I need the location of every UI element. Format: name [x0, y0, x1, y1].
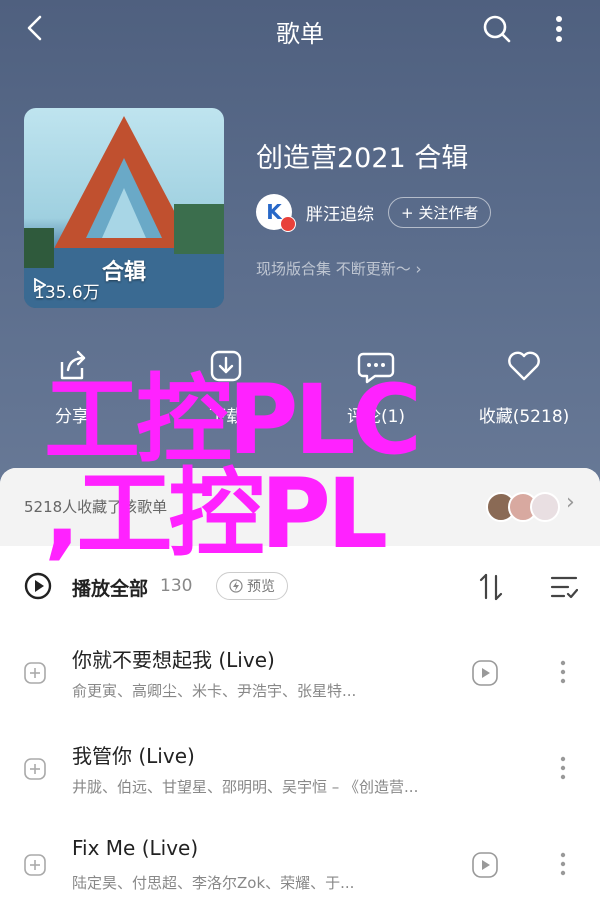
- follow-button[interactable]: + 关注作者: [388, 196, 492, 228]
- comment-button[interactable]: 评论(1): [316, 348, 436, 427]
- share-label: 分享: [55, 407, 89, 427]
- play-all-icon[interactable]: [24, 572, 52, 600]
- comment-label: 评论(1): [346, 407, 406, 427]
- add-to-playlist-icon[interactable]: [24, 662, 46, 684]
- heart-icon: [508, 351, 540, 381]
- creator-row: K 胖汪追综 + 关注作者: [256, 194, 492, 232]
- song-row[interactable]: Fix Me (Live) 陆定昊、付思超、李洛尔Zok、荣耀、于...: [0, 818, 600, 908]
- collect-label: 收藏(5218): [478, 407, 570, 427]
- more-vertical-icon[interactable]: [554, 850, 572, 878]
- verified-badge-icon: [280, 216, 296, 232]
- collectors-bar[interactable]: 5218人收藏了该歌单 ›: [0, 468, 600, 546]
- more-vertical-icon[interactable]: [554, 658, 572, 686]
- share-button[interactable]: 分享: [12, 348, 132, 427]
- more-vertical-icon[interactable]: [546, 14, 572, 44]
- download-button[interactable]: 下载: [166, 348, 286, 427]
- song-row[interactable]: 我管你 (Live) 井胧、伯远、甘望星、邵明明、吴宇恒 – 《创造营...: [0, 722, 600, 812]
- add-to-playlist-icon[interactable]: [24, 854, 46, 876]
- add-to-playlist-icon[interactable]: [24, 758, 46, 780]
- preview-label: 预览: [247, 579, 275, 595]
- play-triangle-icon: [34, 278, 46, 292]
- song-artists: 陆定昊、付思超、李洛尔Zok、荣耀、于...: [72, 874, 355, 892]
- song-title: 我管你 (Live): [72, 744, 195, 768]
- collector-avatar: [530, 492, 560, 522]
- multi-select-icon[interactable]: [550, 574, 578, 600]
- album-title: 创造营2021 合辑: [256, 143, 469, 174]
- preview-button[interactable]: 预览: [216, 572, 288, 600]
- song-title: Fix Me (Live): [72, 836, 199, 860]
- avatar-letter: K: [266, 200, 282, 224]
- song-artists: 俞更寅、高卿尘、米卡、尹浩宇、张星特...: [72, 682, 357, 700]
- song-title: 你就不要想起我 (Live): [72, 648, 275, 672]
- collect-button[interactable]: 收藏(5218): [464, 348, 584, 427]
- navbar: 歌单: [0, 0, 600, 58]
- mv-play-icon[interactable]: [472, 852, 498, 878]
- song-artists: 井胧、伯远、甘望星、邵明明、吴宇恒 – 《创造营...: [72, 778, 419, 796]
- play-all-row: 播放全部 130 预览: [0, 562, 600, 610]
- more-vertical-icon[interactable]: [554, 754, 572, 782]
- song-count: 130: [160, 576, 193, 596]
- comment-icon: [357, 352, 395, 384]
- sort-icon[interactable]: [478, 572, 504, 602]
- song-row[interactable]: 你就不要想起我 (Live) 俞更寅、高卿尘、米卡、尹浩宇、张星特...: [0, 626, 600, 716]
- play-count: 135.6万: [34, 278, 100, 303]
- chevron-right-icon: ›: [566, 490, 575, 515]
- album-cover[interactable]: 合辑 135.6万: [24, 108, 224, 308]
- search-icon[interactable]: [482, 14, 512, 44]
- action-bar: 分享 下载 评论(1) 收藏(5218): [0, 348, 600, 438]
- collectors-text: 5218人收藏了该歌单: [24, 498, 168, 516]
- collector-avatars: [486, 492, 560, 522]
- creator-name[interactable]: 胖汪追综: [306, 200, 374, 225]
- download-label: 下载: [209, 407, 243, 427]
- share-icon: [60, 350, 86, 380]
- album-description[interactable]: 现场版合集 不断更新～ ›: [256, 258, 422, 279]
- download-icon: [210, 350, 242, 382]
- play-all-label[interactable]: 播放全部: [72, 574, 148, 601]
- creator-avatar[interactable]: K: [256, 194, 296, 232]
- mv-play-icon[interactable]: [472, 660, 498, 686]
- lightning-icon: [229, 579, 243, 593]
